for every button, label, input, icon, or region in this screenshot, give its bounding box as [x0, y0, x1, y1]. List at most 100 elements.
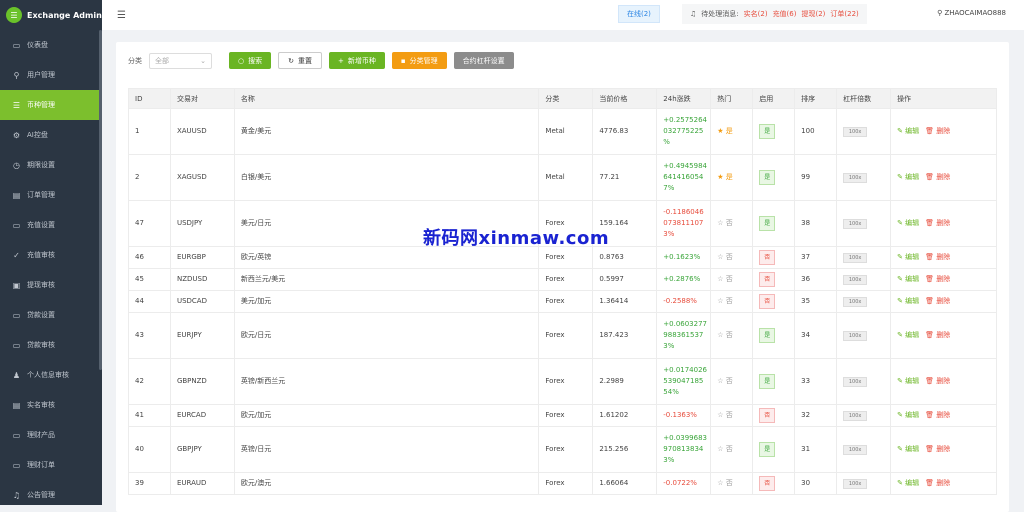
sidebar-item[interactable]: ⚲ 用户管理 — [0, 60, 102, 90]
category-manage-button[interactable]: ▪ 分类管理 — [391, 52, 447, 69]
enable-toggle[interactable]: 否 — [759, 408, 776, 423]
reset-button[interactable]: ↻ 重置 — [278, 52, 322, 69]
pending-realname-link[interactable]: 实名(2) — [744, 9, 768, 19]
delete-button[interactable]: 🗑 删除 — [925, 377, 950, 385]
delete-button[interactable]: 🗑 删除 — [925, 479, 950, 487]
delete-button[interactable]: 🗑 删除 — [925, 275, 950, 283]
edit-button[interactable]: ✎ 编辑 — [897, 275, 919, 283]
enable-toggle[interactable]: 是 — [759, 442, 776, 457]
pending-withdraw-link[interactable]: 提现(2) — [801, 9, 825, 19]
sidebar-item[interactable]: ▤ 订单管理 — [0, 180, 102, 210]
enable-toggle[interactable]: 否 — [759, 294, 776, 309]
enable-toggle[interactable]: 是 — [759, 328, 776, 343]
change-line: 3% — [663, 456, 675, 464]
sidebar-item[interactable]: ▭ 仪表盘 — [0, 30, 102, 60]
enable-toggle[interactable]: 否 — [759, 272, 776, 287]
edit-button[interactable]: ✎ 编辑 — [897, 411, 919, 419]
enable-toggle[interactable]: 是 — [759, 374, 776, 389]
star-filled-icon[interactable]: ★ — [717, 173, 726, 181]
online-status-button[interactable]: 在线(2) — [618, 5, 660, 23]
delete-button[interactable]: 🗑 删除 — [925, 253, 950, 261]
sidebar-item[interactable]: ▭ 理财产品 — [0, 420, 102, 450]
cell-hot: ☆ 否 — [710, 404, 754, 427]
star-outline-icon[interactable]: ☆ — [717, 297, 726, 305]
leverage-badge[interactable]: 100x — [843, 479, 868, 489]
delete-button[interactable]: 🗑 删除 — [925, 127, 950, 135]
leverage-badge[interactable]: 100x — [843, 253, 868, 263]
star-outline-icon[interactable]: ☆ — [717, 331, 726, 339]
menu-toggle-icon[interactable]: ☰ — [117, 10, 126, 21]
change-line: +0.0399683 — [663, 434, 708, 442]
star-outline-icon[interactable]: ☆ — [717, 479, 726, 487]
leverage-badge[interactable]: 100x — [843, 297, 868, 307]
app-logo[interactable]: ☰ Exchange Admin — [0, 0, 102, 30]
enable-toggle[interactable]: 否 — [759, 476, 776, 491]
delete-button[interactable]: 🗑 删除 — [925, 331, 950, 339]
edit-button[interactable]: ✎ 编辑 — [897, 173, 919, 181]
sidebar-item[interactable]: ✓ 充值审核 — [0, 240, 102, 270]
edit-button[interactable]: ✎ 编辑 — [897, 253, 919, 261]
enable-toggle[interactable]: 是 — [759, 170, 776, 185]
cell-hot: ★ 是 — [710, 154, 754, 201]
delete-button[interactable]: 🗑 删除 — [925, 219, 950, 227]
edit-icon: ✎ — [897, 377, 906, 385]
leverage-badge[interactable]: 100x — [843, 331, 868, 341]
sidebar-item[interactable]: ◷ 期限设置 — [0, 150, 102, 180]
search-button[interactable]: ○ 搜索 — [229, 52, 272, 69]
user-menu[interactable]: ⚲ ZHAOCAIMAO888 — [937, 9, 1006, 17]
coin-icon: ☰ — [12, 100, 21, 110]
pending-orders-link[interactable]: 订单(22) — [830, 9, 858, 19]
sidebar-item[interactable]: ▣ 提现审核 — [0, 270, 102, 300]
star-outline-icon[interactable]: ☆ — [717, 253, 726, 261]
pending-deposit-link[interactable]: 充值(6) — [773, 9, 797, 19]
star-outline-icon[interactable]: ☆ — [717, 411, 726, 419]
leverage-badge[interactable]: 100x — [843, 219, 868, 229]
delete-button[interactable]: 🗑 删除 — [925, 173, 950, 181]
leverage-badge[interactable]: 100x — [843, 275, 868, 285]
leverage-badge[interactable]: 100x — [843, 411, 868, 421]
star-outline-icon[interactable]: ☆ — [717, 445, 726, 453]
edit-button[interactable]: ✎ 编辑 — [897, 377, 919, 385]
delete-button[interactable]: 🗑 删除 — [925, 297, 950, 305]
edit-button[interactable]: ✎ 编辑 — [897, 479, 919, 487]
sidebar-item[interactable]: ▤ 实名审核 — [0, 390, 102, 420]
enable-toggle[interactable]: 否 — [759, 250, 776, 265]
star-filled-icon[interactable]: ★ — [717, 127, 726, 135]
add-coin-button[interactable]: + 新增币种 — [328, 52, 385, 69]
sidebar-item[interactable]: ♟ 个人信息审核 — [0, 360, 102, 390]
delete-label: 删除 — [936, 331, 951, 339]
sidebar-item[interactable]: ▭ 贷款设置 — [0, 300, 102, 330]
change-line: 988361537 — [663, 331, 704, 339]
enable-toggle[interactable]: 是 — [759, 124, 776, 139]
leverage-badge[interactable]: 100x — [843, 377, 868, 387]
sidebar-item[interactable]: ☰ 币种管理 — [0, 90, 102, 120]
sidebar-item[interactable]: ▭ 贷款审核 — [0, 330, 102, 360]
leverage-badge[interactable]: 100x — [843, 173, 868, 183]
enable-toggle[interactable]: 是 — [759, 216, 776, 231]
cell-price: 4776.83 — [592, 108, 658, 155]
category-select[interactable]: 全部 ⌄ — [149, 52, 212, 69]
cell-sort: 37 — [794, 246, 838, 269]
delete-button[interactable]: 🗑 删除 — [925, 411, 950, 419]
sidebar-item[interactable]: ▭ 理财订单 — [0, 450, 102, 480]
edit-button[interactable]: ✎ 编辑 — [897, 219, 919, 227]
star-outline-icon[interactable]: ☆ — [717, 377, 726, 385]
edit-icon: ✎ — [897, 127, 906, 135]
star-outline-icon[interactable]: ☆ — [717, 275, 726, 283]
hot-label: 否 — [725, 275, 733, 283]
sidebar-scrollbar[interactable] — [99, 30, 102, 370]
leverage-setting-button[interactable]: 合约杠杆设置 — [453, 52, 514, 69]
sidebar-item[interactable]: ♫ 公告管理 — [0, 480, 102, 510]
edit-button[interactable]: ✎ 编辑 — [897, 297, 919, 305]
cell-sort: 31 — [794, 426, 838, 473]
edit-button[interactable]: ✎ 编辑 — [897, 127, 919, 135]
leverage-badge[interactable]: 100x — [843, 127, 868, 137]
star-outline-icon[interactable]: ☆ — [717, 219, 726, 227]
sidebar-item[interactable]: ⚙ AI控盘 — [0, 120, 102, 150]
delete-button[interactable]: 🗑 删除 — [925, 445, 950, 453]
sidebar-item[interactable]: ▭ 充值设置 — [0, 210, 102, 240]
edit-button[interactable]: ✎ 编辑 — [897, 445, 919, 453]
cell-change: +0.1623% — [656, 246, 712, 269]
edit-button[interactable]: ✎ 编辑 — [897, 331, 919, 339]
leverage-badge[interactable]: 100x — [843, 445, 868, 455]
